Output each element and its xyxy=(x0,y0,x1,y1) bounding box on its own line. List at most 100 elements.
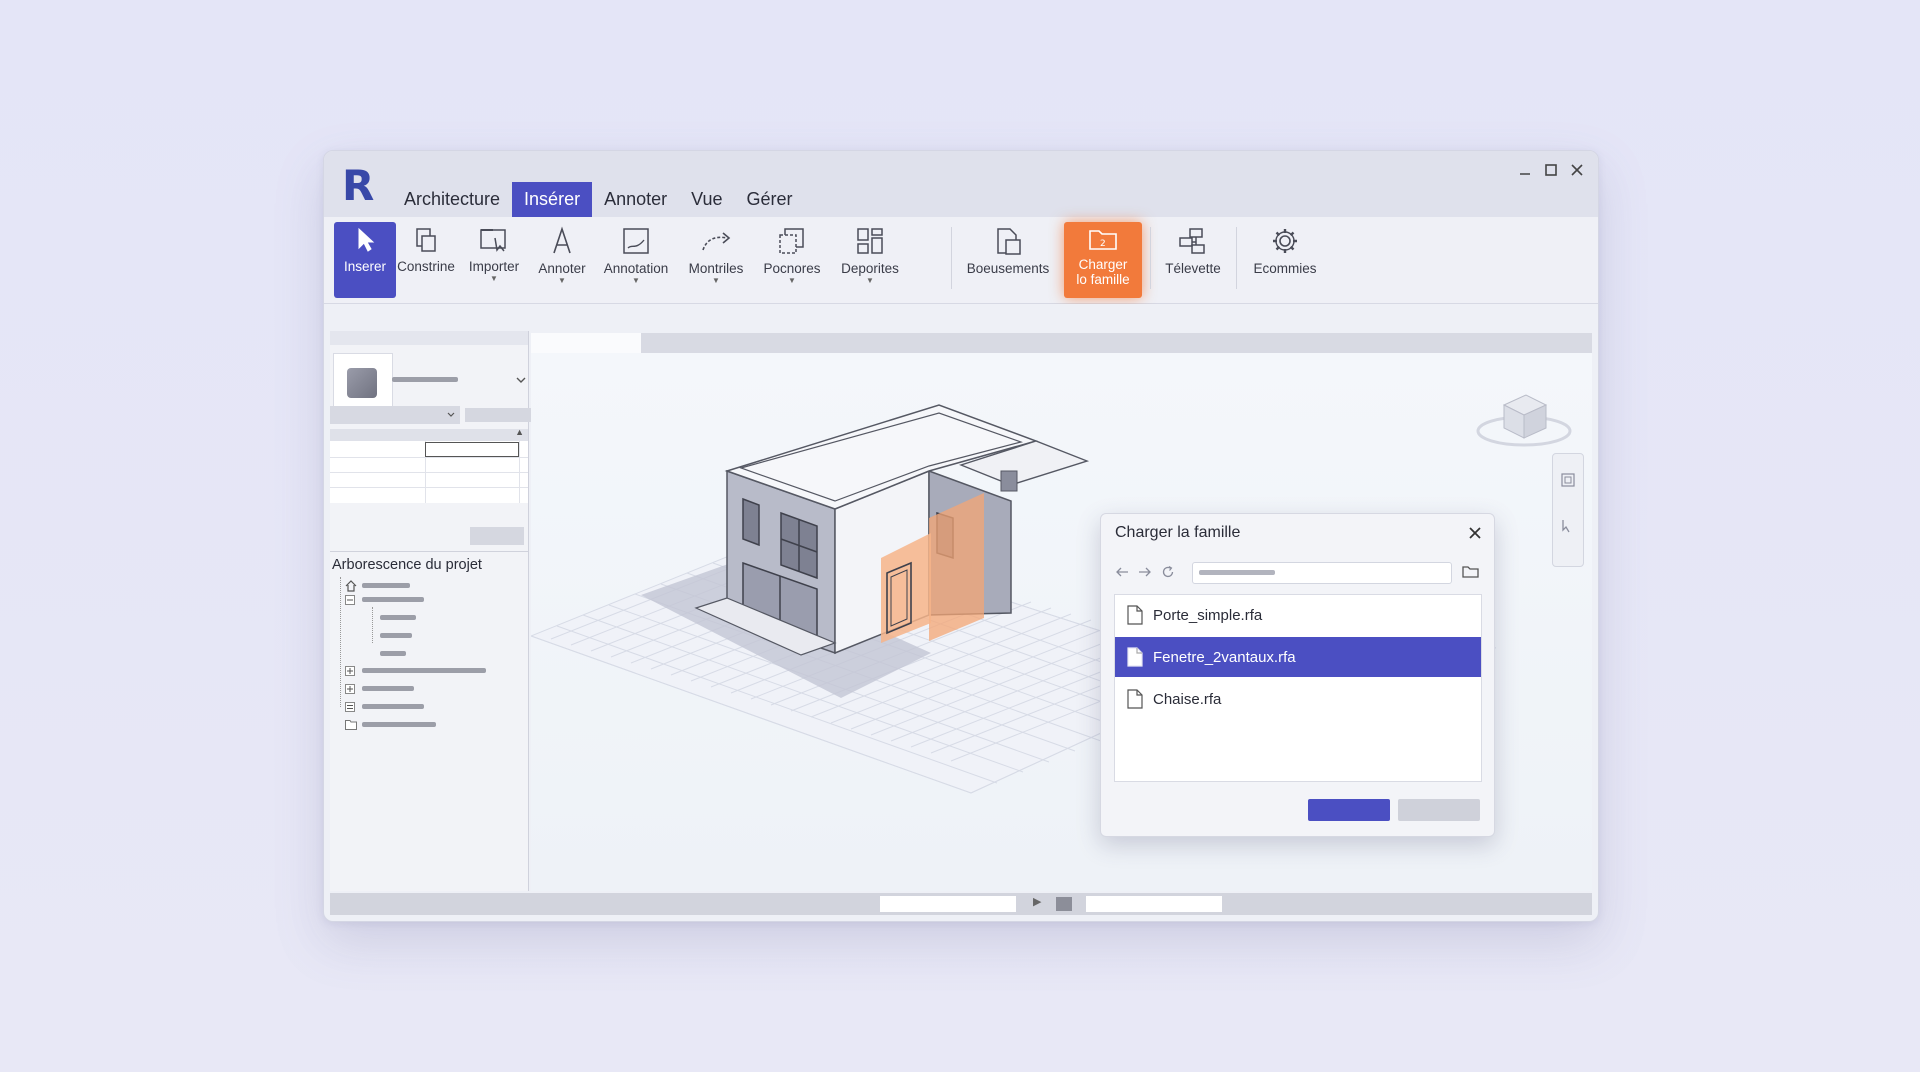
zoom-icon[interactable] xyxy=(1560,472,1576,488)
chevron-up-icon[interactable]: ▲ xyxy=(515,427,524,437)
status-field[interactable] xyxy=(1086,896,1222,912)
tab-inserer[interactable]: Insérer xyxy=(512,182,593,217)
chevron-down-icon[interactable] xyxy=(516,376,526,384)
ribbon-label: Constrine xyxy=(397,259,455,274)
ribbon-button-deporites[interactable]: Deporites ▼ xyxy=(832,222,908,298)
sheet-icon[interactable] xyxy=(345,702,355,712)
tab-annoter[interactable]: Annoter xyxy=(592,182,679,217)
forward-arrow-icon[interactable] xyxy=(1138,566,1152,578)
tree-item[interactable] xyxy=(362,722,436,727)
back-arrow-icon[interactable] xyxy=(1115,566,1129,578)
text-a-icon xyxy=(553,226,571,254)
cancel-button[interactable] xyxy=(1398,799,1480,821)
tree-item[interactable] xyxy=(380,615,416,620)
navigation-bar xyxy=(1552,453,1584,567)
ribbon-button-pocnores[interactable]: Pocnores ▼ xyxy=(756,222,828,298)
edit-type-button[interactable] xyxy=(465,408,537,422)
door-placement-highlight[interactable] xyxy=(929,493,984,641)
ribbon-button-constrine[interactable]: Constrine xyxy=(394,222,458,298)
view-tab-3d[interactable] xyxy=(531,333,641,353)
ribbon-button-charger-famille[interactable]: 2 Charger lo famille xyxy=(1064,222,1142,298)
type-thumbnail[interactable] xyxy=(333,353,393,413)
ribbon-label: Annotation xyxy=(603,261,669,276)
pan-icon[interactable] xyxy=(1560,518,1576,534)
ribbon-label: Boeusements xyxy=(966,261,1050,276)
close-icon[interactable] xyxy=(1570,163,1584,177)
tab-gerer[interactable]: Gérer xyxy=(734,182,804,217)
ribbon-button-annoter[interactable]: Annoter ▼ xyxy=(530,222,594,298)
file-name: Porte_simple.rfa xyxy=(1153,606,1263,624)
stop-icon[interactable] xyxy=(1056,897,1072,911)
project-browser-title: Arborescence du projet xyxy=(332,557,482,573)
filter-dropdown[interactable] xyxy=(330,406,460,424)
property-value-input[interactable] xyxy=(425,442,519,457)
import-icon xyxy=(480,229,506,252)
ribbon-label: Deporites xyxy=(841,261,899,276)
tree-guide xyxy=(340,577,342,707)
ribbon-button-annotation[interactable]: Annotation ▼ xyxy=(594,222,678,298)
tree-item[interactable] xyxy=(362,583,410,588)
file-name: Fenetre_2vantaux.rfa xyxy=(1153,648,1296,666)
expand-icon[interactable] xyxy=(345,666,355,676)
ribbon-button-montriles[interactable]: Montriles ▼ xyxy=(680,222,752,298)
app-logo[interactable]: R xyxy=(342,165,376,207)
type-name-placeholder xyxy=(392,377,458,382)
panels-icon xyxy=(779,228,804,254)
load-family-folder-icon: 2 xyxy=(1089,230,1117,250)
tree-item[interactable] xyxy=(380,651,406,656)
ribbon-separator xyxy=(1150,227,1151,289)
tab-vue[interactable]: Vue xyxy=(679,182,734,217)
grid-icon xyxy=(857,228,883,254)
play-icon[interactable]: ▶ xyxy=(1033,895,1041,908)
maximize-icon[interactable] xyxy=(1544,163,1558,177)
expand-icon[interactable] xyxy=(345,684,355,694)
ribbon-label: Ecommies xyxy=(1253,261,1317,276)
apply-button[interactable] xyxy=(470,527,524,545)
status-field[interactable] xyxy=(880,896,1016,912)
view-cube-icon[interactable] xyxy=(1474,383,1574,453)
open-button[interactable] xyxy=(1308,799,1390,821)
ribbon-button-importer[interactable]: Importer ▼ xyxy=(458,222,530,298)
chevron-down-icon xyxy=(447,412,455,417)
file-icon xyxy=(1127,605,1143,625)
collapse-icon[interactable] xyxy=(345,595,355,605)
file-row-chaise[interactable]: Chaise.rfa xyxy=(1115,679,1481,719)
tree-item[interactable] xyxy=(362,597,424,602)
ribbon-button-inserer[interactable]: Inserer xyxy=(334,222,396,298)
tree-item[interactable] xyxy=(362,686,414,691)
tree-item[interactable] xyxy=(380,633,412,638)
file-row-fenetre-2vantaux[interactable]: Fenetre_2vantaux.rfa xyxy=(1115,637,1481,677)
chevron-down-icon: ▼ xyxy=(490,274,498,283)
file-row-porte-simple[interactable]: Porte_simple.rfa xyxy=(1115,595,1481,635)
close-icon[interactable] xyxy=(1468,526,1482,540)
chevron-down-icon: ▼ xyxy=(632,276,640,285)
tree-item[interactable] xyxy=(362,668,486,673)
window-controls xyxy=(1518,163,1584,177)
minimize-icon[interactable] xyxy=(1518,163,1532,177)
folder-icon[interactable] xyxy=(1462,565,1480,579)
path-input[interactable] xyxy=(1192,562,1452,584)
ribbon-label: Montriles xyxy=(688,261,744,276)
material-swatch-icon xyxy=(347,368,377,398)
svg-text:2: 2 xyxy=(1100,239,1106,249)
ribbon-label: Télevette xyxy=(1165,261,1221,276)
refresh-icon[interactable] xyxy=(1161,565,1175,579)
ribbon-button-televette[interactable]: Télevette xyxy=(1154,222,1232,298)
status-bar: ▶ xyxy=(330,893,1592,915)
menu-tabs: Architecture Insérer Annoter Vue Gérer xyxy=(392,182,805,217)
ribbon-button-boeusements[interactable]: Boeusements xyxy=(956,222,1060,298)
network-icon xyxy=(1179,228,1205,254)
tree-item[interactable] xyxy=(362,704,424,709)
chevron-down-icon: ▼ xyxy=(788,276,796,285)
left-panel: ▲ Arborescence du projet xyxy=(330,331,537,891)
properties-grid xyxy=(330,441,528,503)
ribbon-label: Pocnores xyxy=(763,261,821,276)
home-icon[interactable] xyxy=(345,580,357,592)
group-icon[interactable] xyxy=(345,720,357,730)
ribbon: Inserer Constrine Importer ▼ Annoter ▼ A… xyxy=(324,217,1598,304)
path-placeholder xyxy=(1199,570,1275,575)
tab-architecture[interactable]: Architecture xyxy=(392,182,512,217)
ribbon-label: Charger lo famille xyxy=(1076,257,1130,287)
file-name: Chaise.rfa xyxy=(1153,690,1222,708)
ribbon-button-ecommies[interactable]: Ecommies xyxy=(1240,222,1330,298)
